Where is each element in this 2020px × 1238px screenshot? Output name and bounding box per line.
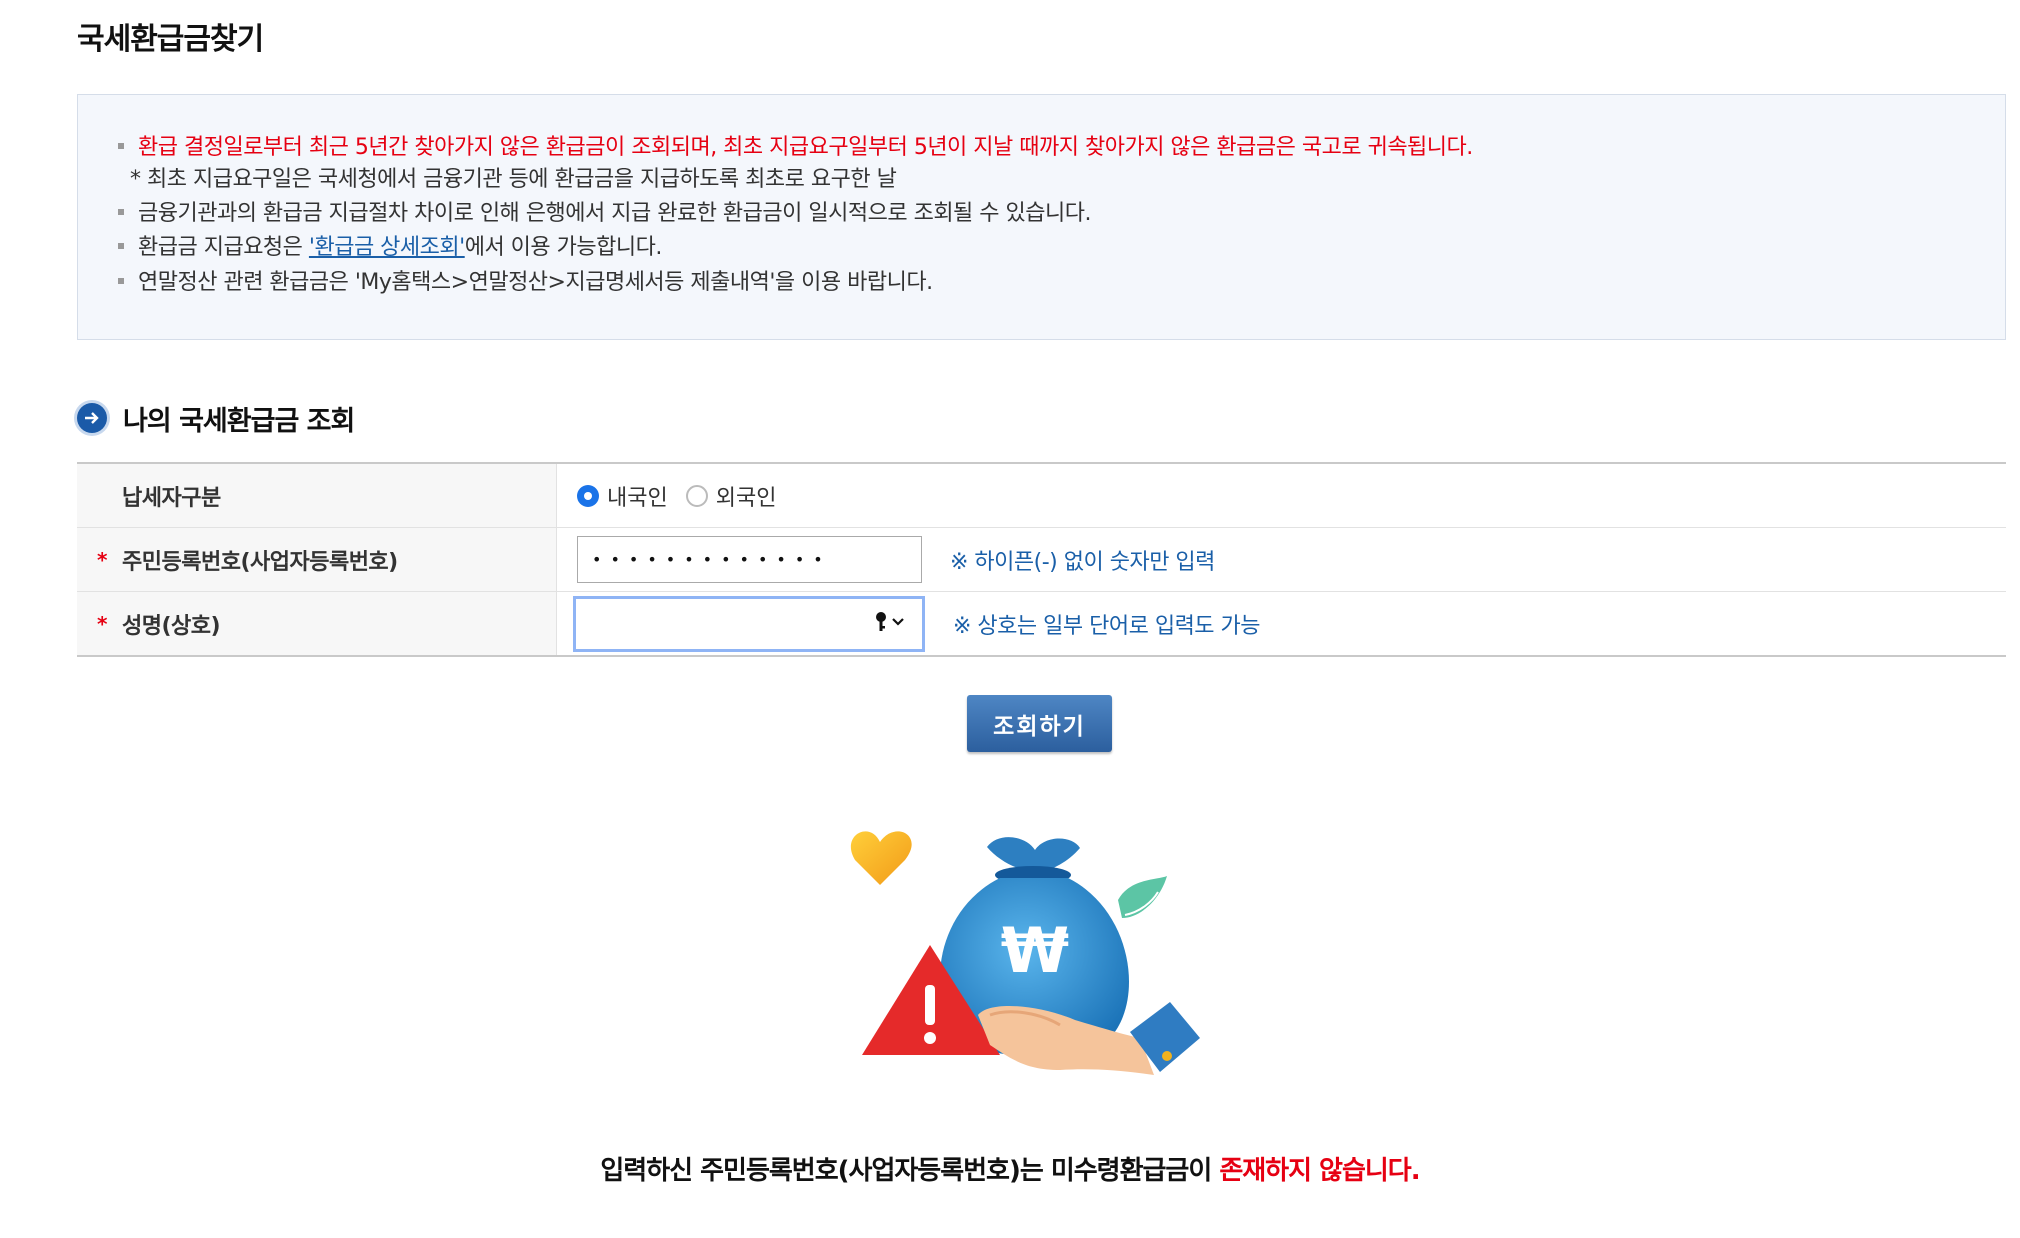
- taxpayer-type-label: 납세자구분: [77, 464, 557, 527]
- taxpayer-type-row: 납세자구분 내국인 외국인: [77, 464, 2006, 528]
- name-input[interactable]: [573, 595, 925, 652]
- id-number-label: * 주민등록번호(사업자등록번호): [77, 528, 557, 591]
- bullet-icon: [118, 143, 124, 149]
- section-title: 나의 국세환급금 조회: [123, 405, 355, 437]
- id-number-row: * 주민등록번호(사업자등록번호) ••••••••••••• ※ 하이픈(-) …: [77, 528, 2006, 592]
- password-key-icon[interactable]: [874, 611, 908, 637]
- lookup-form: 납세자구분 내국인 외국인 * 주민등록번호(사업자등록번호) •••••••••…: [77, 462, 2006, 657]
- notice-line-1: 환급 결정일로부터 최근 5년간 찾아가지 않은 환급금이 조회되며, 최초 지…: [118, 129, 1473, 161]
- id-number-input[interactable]: •••••••••••••: [577, 536, 922, 583]
- taxpayer-type-options: 내국인 외국인: [557, 464, 2006, 527]
- notice-line-2: 금융기관과의 환급금 지급절차 차이로 인해 은행에서 지급 완료한 환급금이 …: [118, 195, 1091, 227]
- notice-line-3: 환급금 지급요청은 '환급금 상세조회'에서 이용 가능합니다.: [118, 229, 662, 261]
- section-header: 나의 국세환급금 조회: [77, 400, 355, 437]
- won-sign-icon: ₩: [1001, 914, 1069, 987]
- search-button[interactable]: 조회하기: [967, 695, 1112, 752]
- bullet-icon: [118, 278, 124, 284]
- heart-icon: [850, 831, 912, 885]
- result-emphasis: 존재하지 않습니다.: [1219, 1156, 1420, 1186]
- name-label: * 성명(상호): [77, 592, 557, 655]
- required-mark: *: [97, 611, 107, 636]
- page: 국세환급금찾기 환급 결정일로부터 최근 5년간 찾아가지 않은 환급금이 조회…: [0, 0, 2020, 1238]
- bullet-icon: [118, 209, 124, 215]
- name-row: * 성명(상호) ※ 상호는 일부 단어로 입력도 가능: [77, 592, 2006, 655]
- page-title: 국세환급금찾기: [77, 22, 264, 57]
- required-mark: *: [97, 547, 107, 572]
- radio-foreign[interactable]: [685, 484, 708, 507]
- radio-domestic[interactable]: [577, 484, 599, 507]
- notice-line-1-sub: * 최초 지급요구일은 국세청에서 금융기관 등에 환급금을 지급하도록 최초로…: [130, 167, 897, 192]
- name-hint: ※ 상호는 일부 단어로 입력도 가능: [953, 613, 1261, 639]
- radio-foreign-label[interactable]: 외국인: [716, 480, 777, 512]
- result-message: 입력하신 주민등록번호(사업자등록번호)는 미수령환급금이 존재하지 않습니다.: [600, 1156, 1420, 1186]
- notice-box: 환급 결정일로부터 최근 5년간 찾아가지 않은 환급금이 조회되며, 최초 지…: [77, 94, 2006, 340]
- refund-detail-link[interactable]: '환급금 상세조회': [309, 235, 465, 260]
- refund-money-bag-illustration: ₩: [850, 831, 1200, 1075]
- bullet-icon: [118, 243, 124, 249]
- radio-domestic-label[interactable]: 내국인: [607, 480, 668, 512]
- notice-line-4: 연말정산 관련 환급금은 'My홈택스>연말정산>지급명세서등 제출내역'을 이…: [118, 264, 933, 296]
- arrow-right-circle-icon: [77, 403, 107, 433]
- id-number-hint: ※ 하이픈(-) 없이 숫자만 입력: [950, 549, 1215, 575]
